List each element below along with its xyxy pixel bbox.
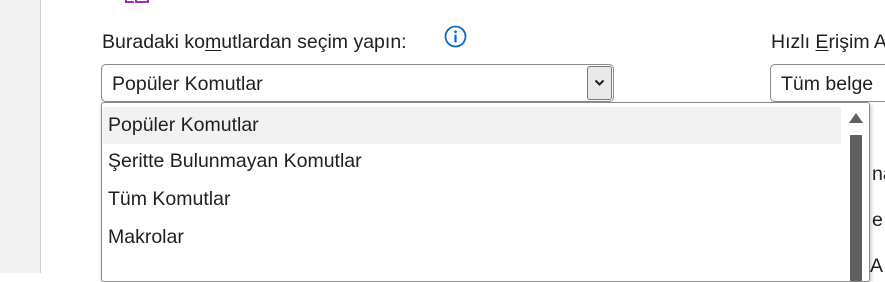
choose-commands-label: Buradaki komutlardan seçim yapın:: [102, 31, 407, 53]
list-item-popular-commands[interactable]: Popüler Komutlar: [103, 107, 841, 144]
choose-commands-selected-value: Popüler Komutlar: [112, 73, 263, 95]
choose-commands-dropdown[interactable]: Popüler Komutlar: [101, 64, 614, 102]
left-panel: [0, 0, 41, 273]
info-icon[interactable]: [444, 25, 467, 48]
list-item-macros[interactable]: Makrolar: [103, 219, 841, 256]
background-text-fragment: A: [870, 255, 884, 277]
dropdown-scrollbar[interactable]: [842, 103, 869, 281]
quick-access-label: Hızlı Erişim A: [771, 31, 885, 53]
scroll-thumb[interactable]: [850, 135, 862, 281]
command-icon: [125, 0, 149, 3]
background-text-fragment: e: [872, 209, 883, 231]
background-text-fragment: na: [872, 163, 885, 185]
chevron-down-icon: [594, 79, 605, 86]
list-item-all-commands[interactable]: Tüm Komutlar: [103, 181, 841, 218]
dropdown-button[interactable]: [587, 66, 612, 100]
commands-dropdown-list[interactable]: Popüler Komutlar Şeritte Bulunmayan Komu…: [101, 102, 870, 282]
list-item-commands-not-in-ribbon[interactable]: Şeritte Bulunmayan Komutlar: [103, 143, 841, 180]
quick-access-selected-value: Tüm belge: [781, 73, 874, 95]
quick-access-dropdown[interactable]: Tüm belge: [770, 64, 885, 102]
scroll-up-arrow-icon[interactable]: [848, 112, 864, 124]
